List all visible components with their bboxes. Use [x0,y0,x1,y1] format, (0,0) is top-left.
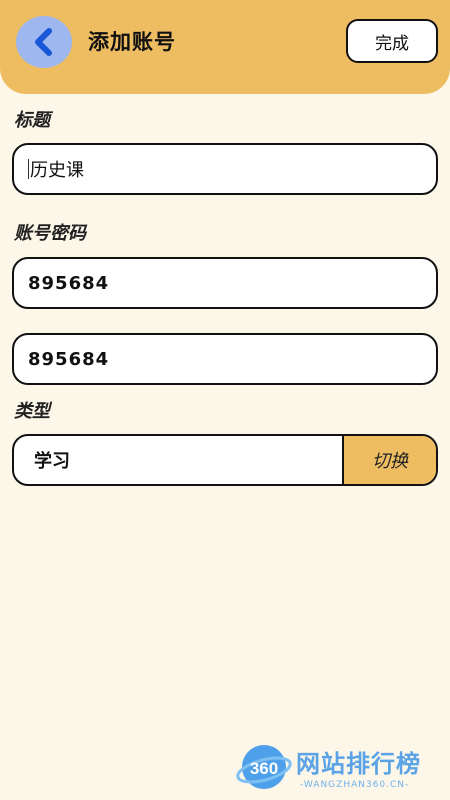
account-input[interactable]: 895684 [12,257,438,309]
type-selector: 学习 切换 [12,434,438,486]
watermark-url: -WANGZHAN360.CN- [300,780,410,790]
header-bar: 添加账号 完成 [0,0,450,94]
title-input[interactable]: 历史课 [12,143,438,195]
back-button[interactable] [16,16,72,68]
type-value: 学习 [34,451,70,472]
switch-type-button[interactable]: 切换 [342,436,436,484]
type-label: 类型 [14,401,50,422]
svg-text:360: 360 [250,759,278,778]
text-caret [28,159,29,179]
done-button[interactable]: 完成 [346,19,438,63]
page-title: 添加账号 [88,30,176,54]
account-password-label: 账号密码 [14,223,86,244]
password-input[interactable]: 895684 [12,333,438,385]
watermark: 360 网站排行榜 -WANGZHAN360.CN- [236,738,446,798]
title-label: 标题 [14,110,50,131]
password-input-value: 895684 [28,348,110,370]
account-input-value: 895684 [28,272,110,294]
watermark-logo-icon: 360 [236,745,292,789]
chevron-left-icon [35,28,52,56]
watermark-brand: 网站排行榜 [296,750,421,778]
add-account-screen: 添加账号 完成 标题 历史课 账号密码 895684 895684 类型 学习 … [0,0,450,800]
title-input-value: 历史课 [30,160,84,181]
